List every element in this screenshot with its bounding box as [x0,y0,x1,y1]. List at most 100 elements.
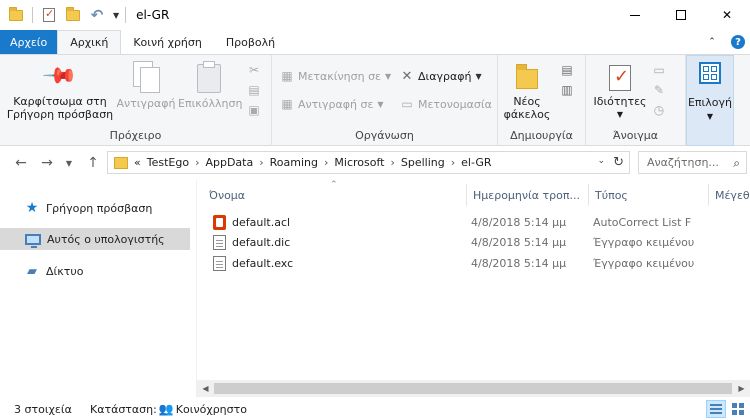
edit-icon[interactable]: ✎ [652,83,666,97]
file-name-cell: default.dic [213,232,463,252]
scrollbar-thumb[interactable] [214,383,732,394]
search-box[interactable]: Αναζήτηση... ⌕ [638,151,747,174]
scroll-left-icon[interactable]: ◀ [197,380,214,397]
nav-item-quick-access[interactable]: ★ Γρήγορη πρόσβαση [0,197,190,219]
ribbon-tabs: Αρχείο Αρχική Κοινή χρήση Προβολή ⌃ ? [0,30,750,54]
help-button[interactable]: ? [726,30,750,54]
column-header-name[interactable]: Όνομα [203,184,467,206]
properties-button[interactable]: Ιδιότητες ▼ [590,61,650,121]
new-folder-label: Νέος φάκελος [503,95,551,121]
breadcrumb-el-gr[interactable]: el-GR [461,156,491,169]
file-name: default.acl [232,215,291,229]
qat-customize-dropdown-icon[interactable]: ▼ [113,11,119,20]
table-row[interactable]: default.acl 4/8/2018 5:14 μμ AutoCorrect… [203,212,743,232]
file-type: Έγγραφο κειμένου [593,256,695,270]
breadcrumb-overflow[interactable]: « [134,156,141,169]
breadcrumb-testego[interactable]: TestEgo [147,156,189,169]
share-state: Κατάσταση: 👥 Κοινόχρηστο [80,402,247,416]
large-icons-view-icon [732,403,744,415]
details-view-icon [710,404,722,414]
breadcrumb-separator-icon[interactable]: › [451,156,455,169]
close-button[interactable]: ✕ [704,0,750,30]
up-arrow-icon: ↑ [87,155,99,171]
item-count: 3 στοιχεία [14,402,72,416]
column-header-type[interactable]: Τύπος [589,184,709,206]
new-folder-button[interactable]: Νέος φάκελος [502,61,552,121]
copy-path-icon[interactable]: ▤ [247,83,261,97]
back-button[interactable]: ← [12,154,30,172]
nav-item-this-pc[interactable]: Αυτός ο υπολογιστής [0,228,190,250]
tab-share[interactable]: Κοινή χρήση [121,30,214,54]
large-icons-view-button[interactable] [728,400,748,418]
maximize-button[interactable] [658,0,704,30]
properties-icon[interactable] [41,7,57,23]
file-type: AutoCorrect List F [593,215,692,229]
maximize-icon [676,10,686,20]
breadcrumb-separator-icon[interactable]: › [195,156,199,169]
network-icon: ▰ [27,263,37,279]
breadcrumb-microsoft[interactable]: Microsoft [334,156,384,169]
minimize-icon [630,14,640,16]
breadcrumb-appdata[interactable]: AppData [205,156,253,169]
up-button[interactable]: ↑ [84,154,102,172]
horizontal-scrollbar[interactable]: ◀ ▶ [197,380,750,397]
window-controls: ✕ [612,0,750,30]
copy-to-label: Αντιγραφή σε [298,97,374,111]
pin-to-quick-access-button[interactable]: 📌 Καρφίτσωμα στη Γρήγορη πρόσβαση [6,57,114,121]
move-to-label: Μετακίνηση σε [298,69,381,83]
paste-button[interactable]: Επικόλληση [178,61,242,110]
new-folder-icon[interactable] [65,6,81,23]
open-icon[interactable]: ▭ [652,63,666,77]
table-row[interactable]: default.dic 4/8/2018 5:14 μμ Έγγραφο κει… [203,232,743,252]
address-bar[interactable]: « TestEgo › AppData › Roaming › Microsof… [107,151,630,174]
file-date: 4/8/2018 5:14 μμ [471,215,567,229]
organize-group: ▦ Μετακίνηση σε ▼ ▦ Αντιγραφή σε ▼ ✕ Δια… [272,55,498,146]
nav-item-label: Γρήγορη πρόσβαση [46,201,153,215]
file-date: 4/8/2018 5:14 μμ [471,256,567,270]
file-name-cell: default.exc [213,253,463,273]
column-header-size[interactable]: Μέγεθ [709,184,750,206]
breadcrumb-roaming[interactable]: Roaming [270,156,318,169]
breadcrumb-spelling[interactable]: Spelling [401,156,445,169]
rename-button[interactable]: ▭ Μετονομασία [400,97,492,111]
scroll-right-icon[interactable]: ▶ [733,380,750,397]
paste-shortcut-icon[interactable]: ▣ [247,103,261,117]
tab-view[interactable]: Προβολή [214,30,287,54]
nav-item-network[interactable]: ▰ Δίκτυο [0,260,190,282]
refresh-icon[interactable]: ↻ [613,155,624,170]
easy-access-icon[interactable]: ▥ [560,83,574,97]
minimize-button[interactable] [612,0,658,30]
tab-home[interactable]: Αρχική [57,30,122,54]
collapse-ribbon-icon[interactable]: ⌃ [704,30,720,54]
history-icon[interactable]: ◷ [652,103,666,117]
rename-label: Μετονομασία [418,97,492,111]
select-button[interactable]: Επιλογή ▼ [686,55,734,146]
column-header-date[interactable]: Ημερομηνία τροπ... [467,184,589,206]
copy-to-button[interactable]: ▦ Αντιγραφή σε ▼ [280,97,383,111]
file-list: ⌃ Όνομα Ημερομηνία τροπ... Τύπος Μέγεθ d… [197,180,750,398]
navigation-pane: ★ Γρήγορη πρόσβαση Αυτός ο υπολογιστής ▰… [0,180,196,398]
new-group: Νέος φάκελος ▤ ▥ Δημιουργία [498,55,586,146]
open-group: Ιδιότητες ▼ ▭ ✎ ◷ Άνοιγμα [586,55,686,146]
details-view-button[interactable] [706,400,726,418]
search-icon: ⌕ [733,156,740,170]
undo-icon[interactable]: ↶ [89,6,105,24]
cut-icon[interactable]: ✂ [247,63,261,77]
breadcrumb-separator-icon[interactable]: › [259,156,263,169]
state-label: Κατάσταση: [90,402,157,416]
file-name: default.dic [232,235,291,249]
breadcrumb-separator-icon[interactable]: › [390,156,394,169]
forward-button[interactable]: → [38,154,56,172]
breadcrumb-separator-icon[interactable]: › [324,156,328,169]
tab-file[interactable]: Αρχείο [0,30,58,54]
pin-icon: 📌 [41,57,79,95]
recent-locations-button[interactable]: ▼ [60,154,78,172]
new-item-icon[interactable]: ▤ [560,63,574,77]
address-dropdown-icon[interactable]: ⌄ [597,156,605,166]
navigation-bar: ← → ▼ ↑ « TestEgo › AppData › Roaming › … [0,146,750,180]
move-to-button[interactable]: ▦ Μετακίνηση σε ▼ [280,69,391,83]
delete-label: Διαγραφή [418,69,472,83]
copy-button[interactable]: Αντιγραφή [116,61,176,110]
delete-button[interactable]: ✕ Διαγραφή ▼ [400,69,482,84]
table-row[interactable]: default.exc 4/8/2018 5:14 μμ Έγγραφο κει… [203,253,743,273]
